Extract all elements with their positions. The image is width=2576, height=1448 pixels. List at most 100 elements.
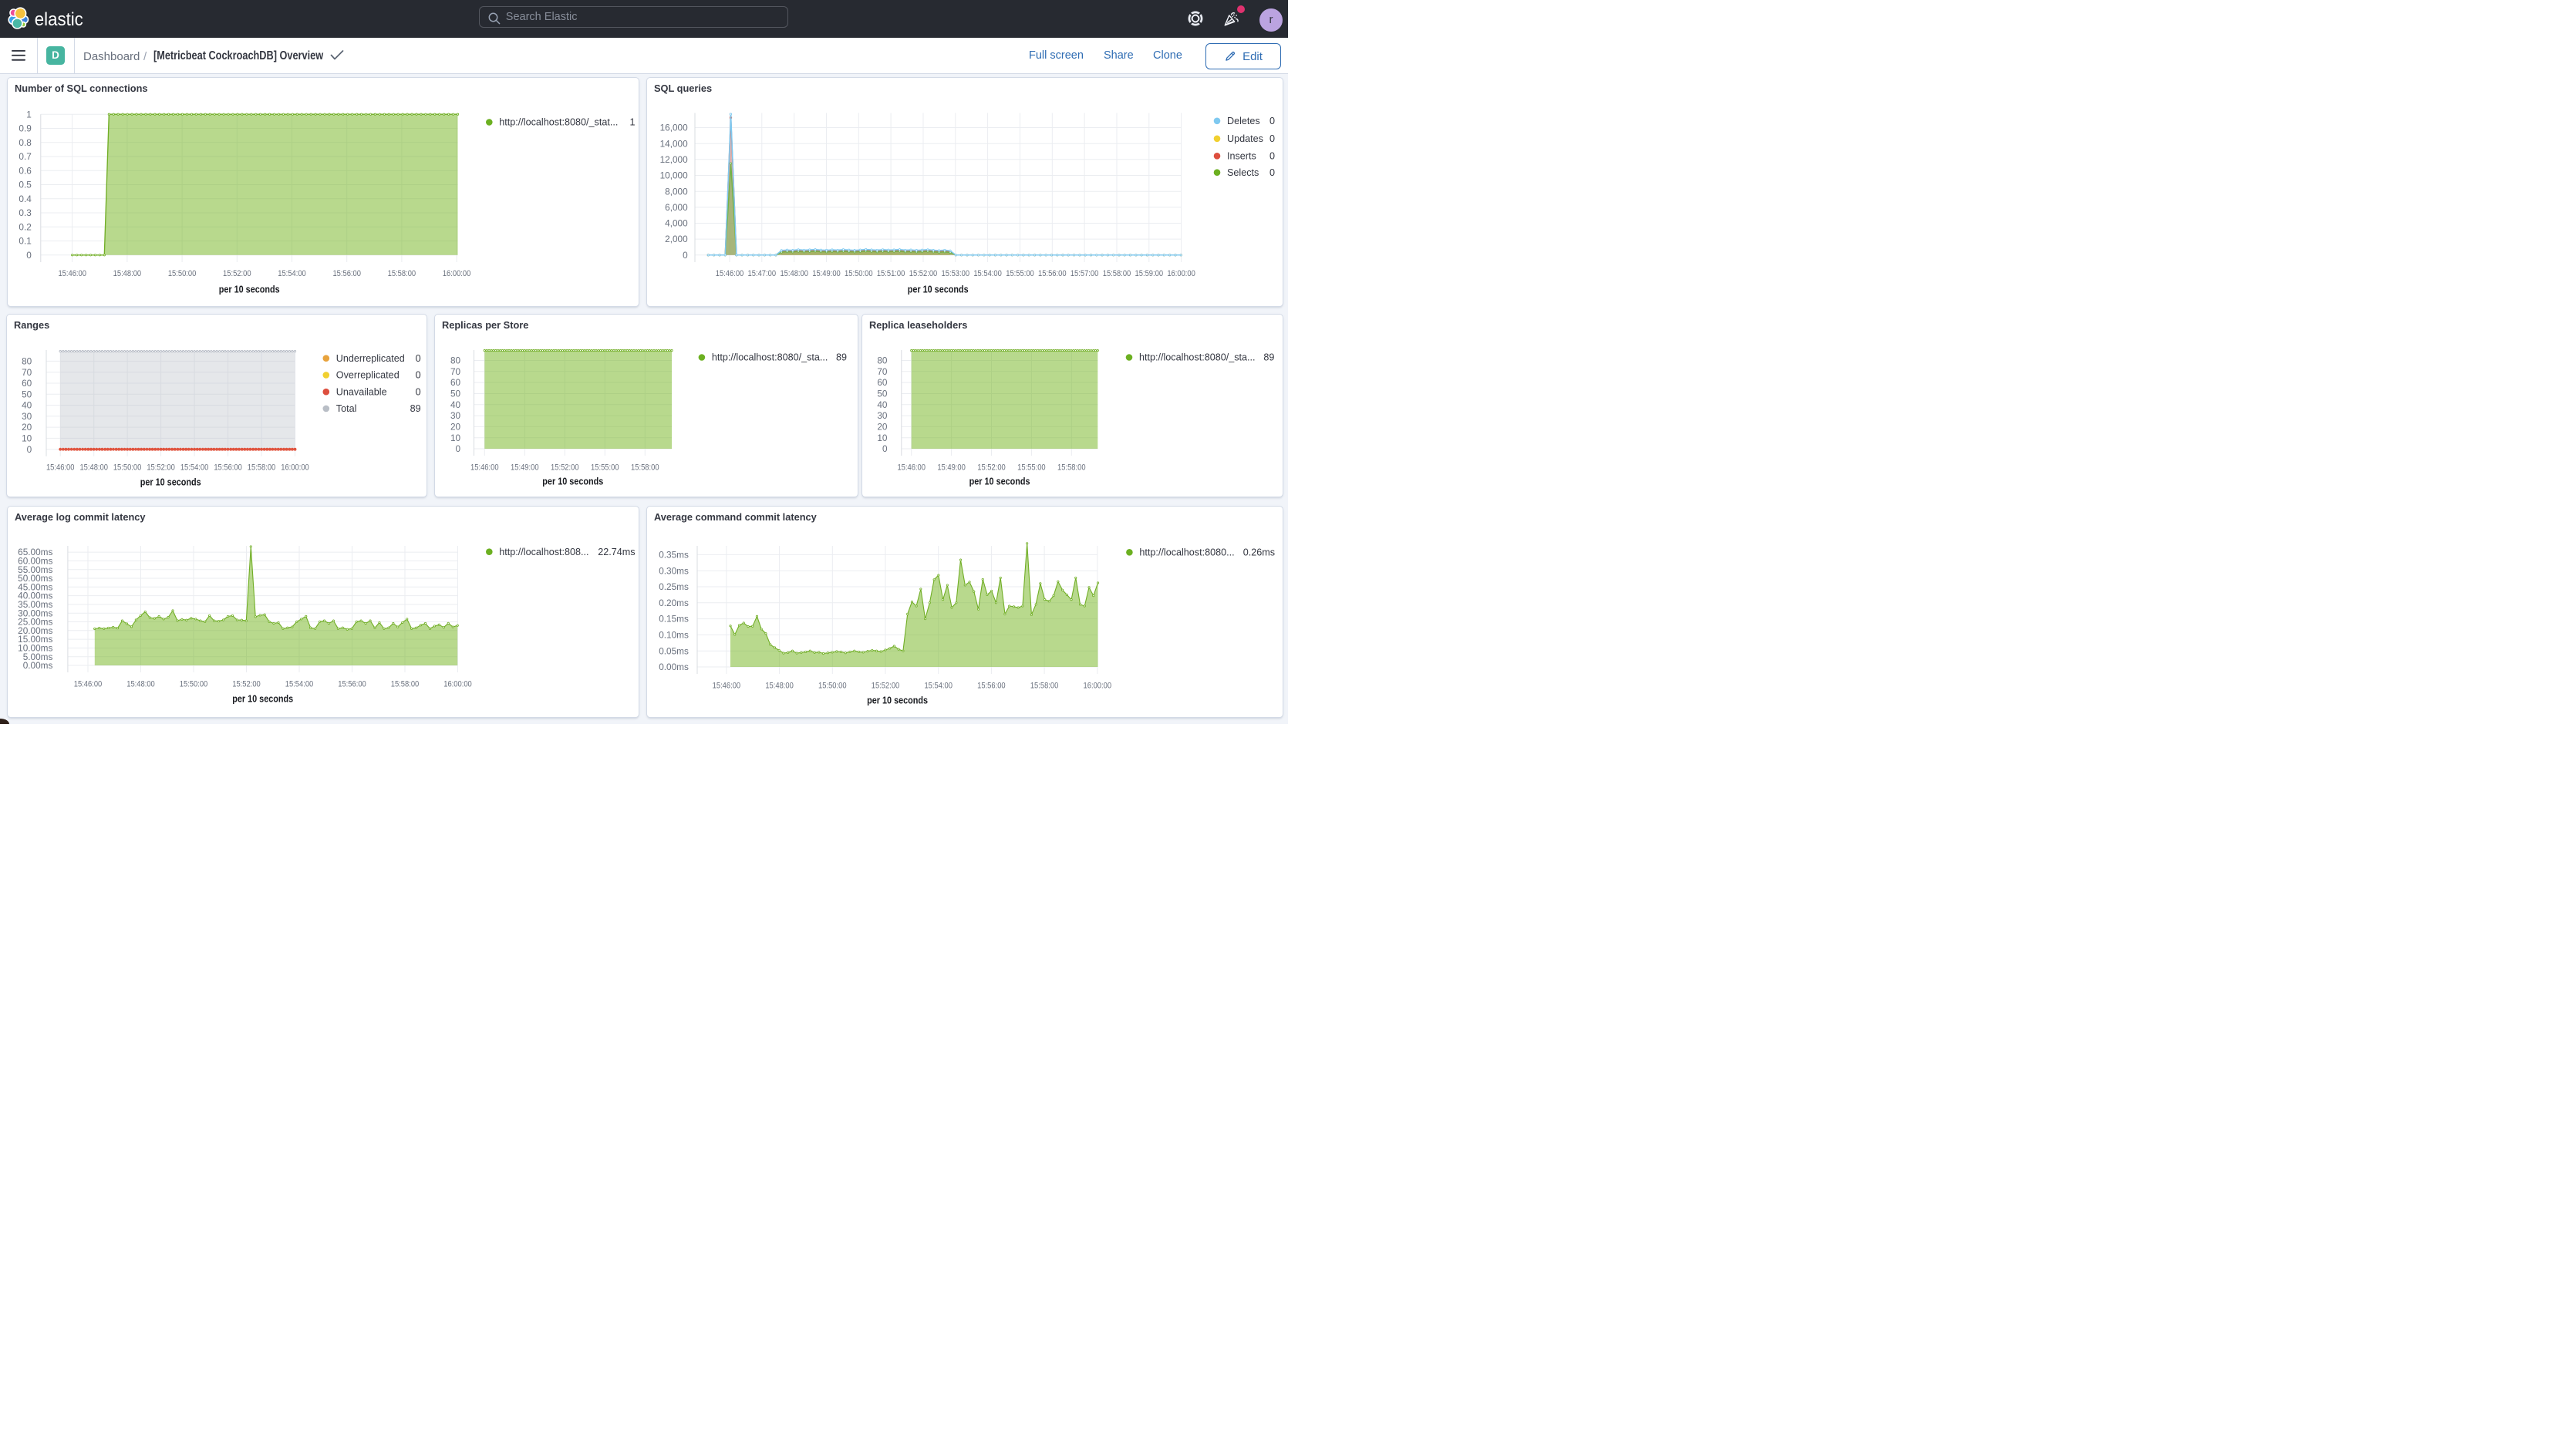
svg-text:15:56:00: 15:56:00 — [338, 680, 366, 689]
svg-text:0.35ms: 0.35ms — [659, 550, 689, 561]
svg-text:15:48:00: 15:48:00 — [79, 463, 108, 473]
svg-text:15:48:00: 15:48:00 — [780, 269, 808, 278]
svg-text:40: 40 — [877, 399, 888, 410]
svg-text:15:58:00: 15:58:00 — [1103, 269, 1131, 278]
svg-text:15:46:00: 15:46:00 — [470, 463, 499, 473]
svg-text:15:52:00: 15:52:00 — [872, 682, 900, 691]
svg-text:50: 50 — [450, 389, 460, 399]
svg-text:15:46:00: 15:46:00 — [46, 463, 75, 473]
svg-text:89: 89 — [1263, 352, 1274, 363]
svg-text:http://localhost:808...: http://localhost:808... — [499, 547, 588, 557]
svg-text:15:47:00: 15:47:00 — [748, 269, 777, 278]
svg-text:15:52:00: 15:52:00 — [977, 463, 1006, 473]
svg-text:15:55:00: 15:55:00 — [591, 463, 619, 473]
svg-text:60: 60 — [450, 377, 460, 388]
svg-text:0.26ms: 0.26ms — [1243, 547, 1275, 558]
svg-text:2,000: 2,000 — [665, 234, 688, 244]
svg-text:40: 40 — [450, 399, 460, 410]
svg-text:0.25ms: 0.25ms — [659, 581, 689, 592]
svg-text:10,000: 10,000 — [660, 170, 689, 180]
svg-text:0: 0 — [416, 386, 421, 397]
svg-text:50: 50 — [877, 389, 888, 399]
svg-text:89: 89 — [410, 403, 421, 414]
svg-text:0.15ms: 0.15ms — [659, 614, 689, 625]
svg-text:15:58:00: 15:58:00 — [248, 463, 276, 473]
svg-text:50: 50 — [22, 389, 32, 399]
svg-text:Number of SQL connections: Number of SQL connections — [15, 83, 148, 94]
svg-text:15:55:00: 15:55:00 — [1017, 463, 1046, 473]
svg-text:0.8: 0.8 — [19, 136, 32, 147]
svg-text:Overreplicated: Overreplicated — [336, 370, 400, 381]
svg-text:0: 0 — [1269, 116, 1275, 126]
svg-text:0.4: 0.4 — [19, 193, 32, 204]
svg-text:Average log commit latency: Average log commit latency — [15, 511, 146, 523]
svg-text:Inserts: Inserts — [1227, 150, 1256, 161]
svg-text:0.9: 0.9 — [19, 123, 31, 133]
svg-text:0.6: 0.6 — [19, 165, 32, 176]
svg-text:Unavailable: Unavailable — [336, 386, 387, 397]
svg-text:15:46:00: 15:46:00 — [897, 463, 926, 473]
svg-text:15:52:00: 15:52:00 — [147, 463, 175, 473]
svg-text:Underreplicated: Underreplicated — [336, 353, 405, 364]
svg-text:1: 1 — [26, 109, 32, 120]
svg-text:15:56:00: 15:56:00 — [1038, 269, 1067, 278]
svg-text:15:51:00: 15:51:00 — [877, 269, 905, 278]
svg-text:0.10ms: 0.10ms — [659, 630, 689, 641]
svg-text:15:53:00: 15:53:00 — [942, 269, 970, 278]
svg-text:Average command commit latency: Average command commit latency — [654, 511, 818, 523]
svg-text:15:58:00: 15:58:00 — [1057, 463, 1086, 473]
svg-text:0.2: 0.2 — [19, 221, 31, 232]
svg-text:0.00ms: 0.00ms — [659, 662, 689, 672]
svg-text:1: 1 — [629, 116, 635, 127]
svg-text:40: 40 — [22, 400, 32, 411]
svg-text:SQL queries: SQL queries — [654, 83, 712, 94]
svg-text:30: 30 — [450, 410, 460, 421]
svg-text:15:54:00: 15:54:00 — [973, 269, 1002, 278]
svg-text:http://localhost:8080/_stat...: http://localhost:8080/_stat... — [499, 116, 618, 127]
svg-text:elastic: elastic — [35, 9, 83, 30]
svg-text:10: 10 — [450, 433, 460, 443]
svg-text:15:49:00: 15:49:00 — [511, 463, 539, 473]
svg-text:per 10 seconds: per 10 seconds — [969, 476, 1030, 487]
svg-text:15:50:00: 15:50:00 — [167, 269, 196, 278]
svg-text:15:46:00: 15:46:00 — [58, 269, 86, 278]
svg-text:15:54:00: 15:54:00 — [180, 463, 209, 473]
svg-text:70: 70 — [450, 366, 460, 377]
svg-text:per 10 seconds: per 10 seconds — [232, 693, 293, 705]
svg-text:http://localhost:8080...: http://localhost:8080... — [1139, 547, 1234, 558]
svg-text:8,000: 8,000 — [665, 186, 688, 197]
svg-text:15:48:00: 15:48:00 — [126, 680, 155, 689]
svg-text:15:46:00: 15:46:00 — [713, 682, 741, 691]
svg-text:0.05ms: 0.05ms — [659, 645, 689, 656]
svg-text:15:56:00: 15:56:00 — [332, 269, 361, 278]
svg-text:0.1: 0.1 — [19, 235, 31, 246]
svg-text:15:58:00: 15:58:00 — [390, 680, 419, 689]
svg-text:89: 89 — [835, 352, 846, 363]
svg-text:30: 30 — [877, 410, 888, 421]
svg-text:14,000: 14,000 — [660, 138, 689, 149]
svg-text:0: 0 — [416, 370, 421, 381]
svg-text:15:58:00: 15:58:00 — [387, 269, 416, 278]
svg-text:16:00:00: 16:00:00 — [1167, 269, 1195, 278]
svg-text:16:00:00: 16:00:00 — [1084, 682, 1112, 691]
svg-text:0: 0 — [1269, 150, 1275, 161]
svg-text:30: 30 — [22, 411, 32, 422]
svg-text:15:56:00: 15:56:00 — [977, 682, 1006, 691]
svg-text:Updates: Updates — [1227, 133, 1263, 144]
svg-text:0: 0 — [26, 249, 32, 260]
svg-text:http://localhost:8080/_sta...: http://localhost:8080/_sta... — [711, 352, 828, 363]
svg-text:0.3: 0.3 — [19, 207, 32, 218]
svg-text:4,000: 4,000 — [665, 217, 688, 228]
svg-text:Ranges: Ranges — [14, 319, 49, 331]
svg-text:80: 80 — [22, 356, 32, 367]
svg-text:per 10 seconds: per 10 seconds — [542, 476, 603, 487]
svg-text:80: 80 — [877, 355, 888, 366]
svg-text:20: 20 — [877, 422, 888, 433]
svg-text:20: 20 — [450, 422, 460, 433]
svg-text:10: 10 — [22, 433, 32, 444]
svg-text:0.5: 0.5 — [19, 179, 32, 190]
svg-text:0: 0 — [416, 353, 421, 364]
svg-text:15:46:00: 15:46:00 — [716, 269, 744, 278]
svg-text:70: 70 — [22, 367, 32, 378]
svg-text:22.74ms: 22.74ms — [598, 547, 635, 557]
